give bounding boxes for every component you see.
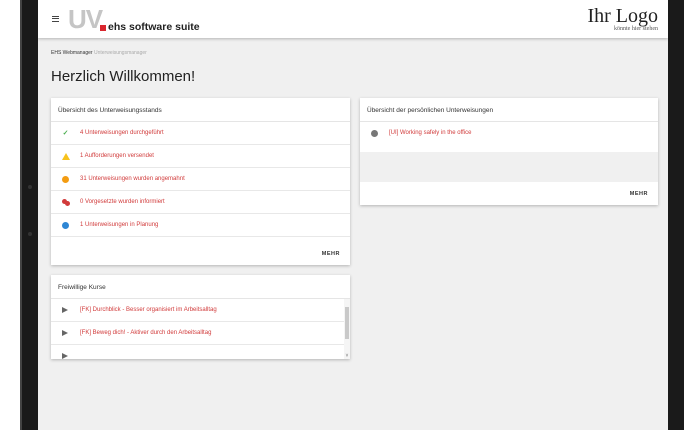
people-icon [62, 199, 70, 206]
card-title: Übersicht der persönlichen Unterweisunge… [360, 98, 658, 122]
list-item[interactable]: 1 Unterweisungen in Planung [51, 214, 350, 237]
play-icon [62, 307, 68, 313]
voluntary-courses-card: Freiwillige Kurse [FK] Durchblick - Bess… [51, 275, 350, 359]
list-item[interactable]: [FK] Beweg dich! - Aktiver durch den Arb… [51, 322, 350, 345]
play-icon [62, 353, 68, 359]
card-title: Übersicht des Unterweisungsstands [51, 98, 350, 122]
app-screen: UV ehs software suite Ihr Logo könnte hi… [38, 0, 668, 430]
list-item-label[interactable]: 31 Unterweisungen wurden angemahnt [80, 176, 185, 182]
scrollbar[interactable]: ˅ [344, 299, 350, 359]
list-item-label[interactable]: 1 Aufforderungen versendet [80, 153, 154, 159]
tablet-sensor [28, 232, 32, 236]
list-item[interactable] [51, 345, 350, 359]
warning-icon [62, 153, 70, 160]
customer-logo-subtitle: könnte hier stehen [614, 26, 658, 32]
list-item[interactable]: [FK] Durchblick - Besser organisiert im … [51, 299, 350, 322]
top-bar: UV ehs software suite Ihr Logo könnte hi… [38, 0, 668, 38]
scroll-down-icon[interactable]: ˅ [344, 353, 350, 359]
list-item-label[interactable]: 0 Vorgesetzte wurden informiert [80, 199, 165, 205]
clock-icon [62, 222, 69, 229]
customer-logo-title: Ihr Logo [587, 5, 658, 27]
brand-logo-dot [100, 25, 106, 31]
menu-icon[interactable] [52, 16, 59, 22]
brand-logo[interactable]: UV [68, 5, 103, 33]
list-item[interactable]: 1 Aufforderungen versendet [51, 145, 350, 168]
list-item-label[interactable]: 4 Unterweisungen durchgeführt [80, 130, 164, 136]
list-item-label[interactable]: [FK] Beweg dich! - Aktiver durch den Arb… [80, 330, 211, 336]
breadcrumb-root[interactable]: EHS Webmanager [51, 50, 93, 56]
tablet-edge [20, 0, 22, 430]
brand-name[interactable]: ehs software suite [108, 21, 200, 33]
list-item-label[interactable]: 1 Unterweisungen in Planung [80, 222, 158, 228]
breadcrumb-current: Unterweisungsmanager [94, 50, 147, 56]
more-button[interactable]: MEHR [322, 251, 340, 257]
list-item-label[interactable]: [FK] Durchblick - Besser organisiert im … [80, 307, 217, 313]
info-icon [371, 130, 378, 137]
status-overview-card: Übersicht des Unterweisungsstands ✓ 4 Un… [51, 98, 350, 265]
list-item[interactable]: 31 Unterweisungen wurden angemahnt [51, 168, 350, 191]
personal-trainings-card: Übersicht der persönlichen Unterweisunge… [360, 98, 658, 205]
list-item[interactable]: 0 Vorgesetzte wurden informiert [51, 191, 350, 214]
list-item-label[interactable]: [UI] Working safely in the office [389, 130, 471, 136]
list-item[interactable]: [UI] Working safely in the office [360, 122, 658, 145]
empty-area [360, 152, 658, 182]
tablet-sensor [28, 185, 32, 189]
breadcrumb: EHS Webmanager Unterweisungsmanager [51, 50, 147, 56]
customer-logo: Ihr Logo könnte hier stehen [587, 6, 658, 33]
play-icon [62, 330, 68, 336]
list-item[interactable]: ✓ 4 Unterweisungen durchgeführt [51, 122, 350, 145]
card-title: Freiwillige Kurse [51, 275, 350, 299]
more-button[interactable]: MEHR [630, 191, 648, 197]
alert-icon [62, 176, 69, 183]
page-title: Herzlich Willkommen! [51, 68, 196, 85]
scroll-thumb[interactable] [345, 307, 349, 339]
check-icon: ✓ [62, 130, 69, 137]
